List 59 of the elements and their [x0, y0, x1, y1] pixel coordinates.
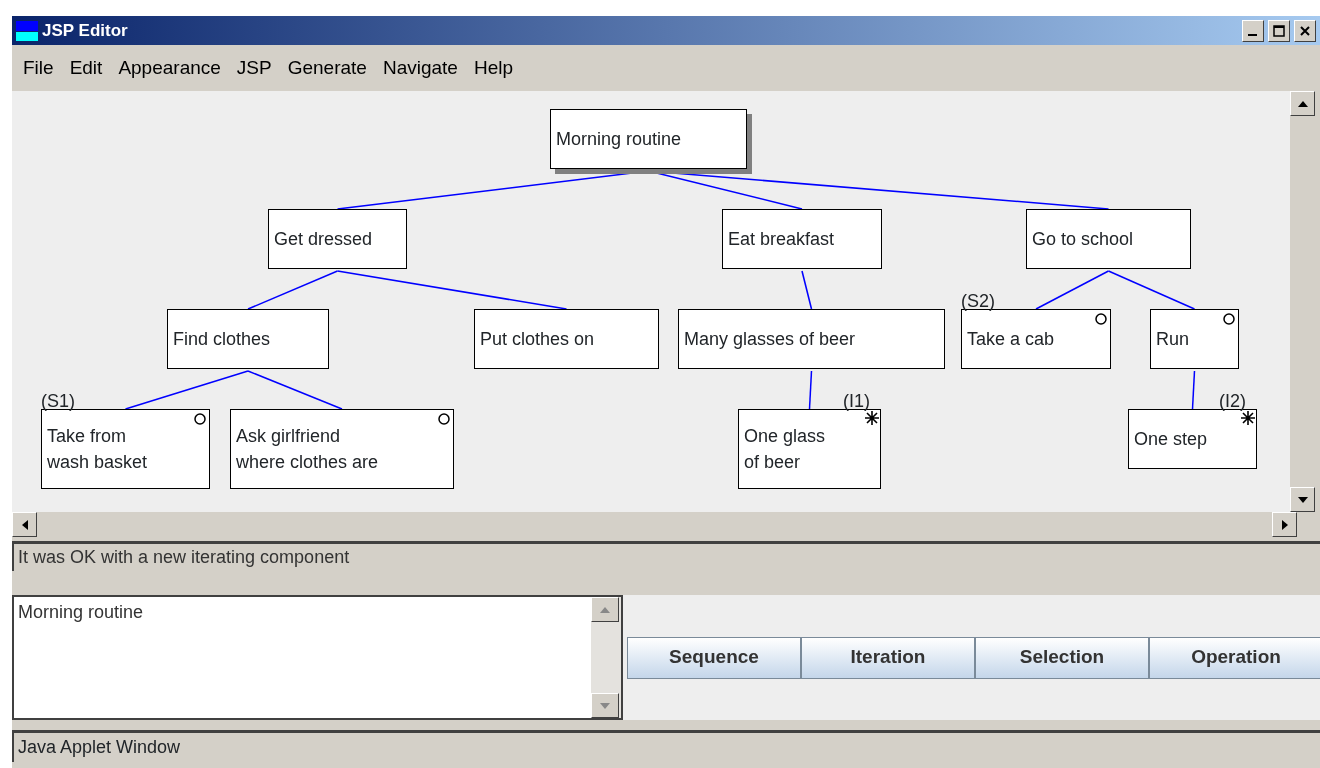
node-label: Eat breakfast	[728, 227, 835, 251]
diagram-node[interactable]: Eat breakfast	[722, 209, 882, 269]
node-tag: (I1)	[843, 392, 870, 410]
status-bar: Java Applet Window	[12, 730, 1320, 762]
toolbar-button[interactable]: Sequence	[627, 636, 801, 679]
toolbar-button[interactable]: Iteration	[801, 636, 975, 679]
menu-item[interactable]: File	[15, 53, 62, 83]
right-arrow-icon[interactable]	[1281, 519, 1288, 530]
menu-item[interactable]: JSP	[228, 53, 280, 83]
diagram-node[interactable]: Many glasses of beer	[678, 309, 945, 369]
toolbar-button[interactable]: Operation	[1149, 636, 1320, 679]
node-tag: (I2)	[1219, 392, 1246, 410]
node-label: Ask girlfriend where clothes are	[236, 424, 379, 474]
diagram-node[interactable]: Take a cab	[961, 309, 1111, 369]
diagram-node[interactable]: Run	[1150, 309, 1239, 369]
node-label: Get dressed	[274, 227, 373, 251]
connector-line	[808, 370, 813, 410]
text-area[interactable]: Morning routine	[12, 595, 591, 720]
down-arrow-icon[interactable]	[1297, 496, 1308, 503]
maximize-icon	[1273, 24, 1285, 37]
node-label: Put clothes on	[480, 327, 595, 351]
diagram-node[interactable]: Take from wash basket	[41, 409, 210, 489]
diagram-node[interactable]: Get dressed	[268, 209, 407, 269]
node-label: Take from wash basket	[47, 424, 148, 474]
node-label: Morning routine	[556, 127, 682, 151]
close-icon	[1299, 24, 1311, 37]
diagram-node[interactable]: Ask girlfriend where clothes are	[230, 409, 454, 489]
connector-line	[801, 270, 813, 310]
node-label: Run	[1156, 327, 1190, 351]
maximize-button[interactable]	[1268, 19, 1290, 42]
node-label: Take a cab	[967, 327, 1055, 351]
node-label: Find clothes	[173, 327, 271, 351]
connector-line	[1191, 370, 1196, 410]
menu-item[interactable]: Help	[465, 53, 521, 83]
diagram-node[interactable]: Find clothes	[167, 309, 329, 369]
menu-item[interactable]: Edit	[61, 53, 111, 83]
node-label: One step	[1134, 427, 1208, 451]
diagram-node[interactable]: Go to school	[1026, 209, 1191, 269]
vertical-scrollbar[interactable]	[1290, 91, 1315, 512]
diagram-node[interactable]: One step	[1128, 409, 1257, 469]
node-tag: (S1)	[41, 392, 75, 410]
left-arrow-icon[interactable]	[21, 519, 28, 530]
diagram-node[interactable]: One glass of beer	[738, 409, 881, 489]
diagram-node[interactable]: Put clothes on	[474, 309, 659, 369]
up-arrow-icon[interactable]	[1297, 100, 1308, 107]
toolbar-button[interactable]: Selection	[975, 636, 1149, 679]
close-button[interactable]	[1294, 19, 1316, 42]
minimize-button[interactable]	[1242, 19, 1264, 42]
menu-item[interactable]: Generate	[279, 53, 375, 83]
window-title: JSP Editor	[42, 19, 128, 42]
menu-item[interactable]: Appearance	[110, 53, 229, 83]
app-icon	[16, 20, 38, 41]
menu-item[interactable]: Navigate	[374, 53, 466, 83]
node-label: Go to school	[1032, 227, 1134, 251]
node-label: Many glasses of beer	[684, 327, 856, 351]
node-label: One glass of beer	[744, 424, 826, 474]
message-bar: It was OK with a new iterating component	[12, 541, 1320, 571]
node-tag: (S2)	[961, 292, 995, 310]
minimize-icon	[1247, 33, 1257, 36]
